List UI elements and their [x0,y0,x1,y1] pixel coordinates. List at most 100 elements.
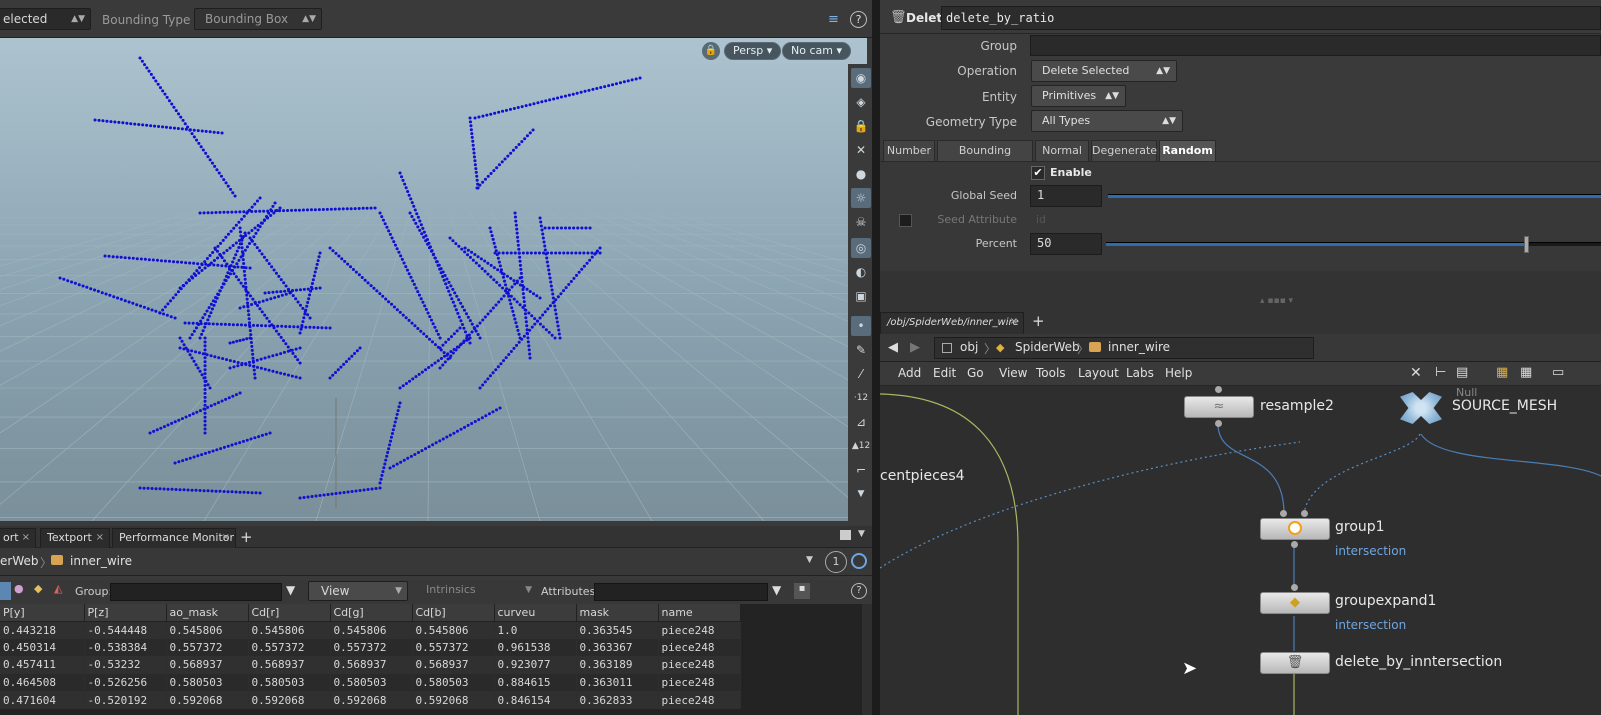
group-filter-input[interactable] [110,583,282,601]
path-crumb-current[interactable]: inner_wire [70,554,132,568]
xray-icon[interactable]: ✕ [851,140,871,160]
camera-display-icon[interactable]: ◎ [851,238,871,258]
list-view-icon[interactable]: ▤ [1456,365,1468,380]
view-dropdown[interactable]: View ▼ [308,581,408,601]
close-icon[interactable]: × [222,529,230,547]
table-row[interactable]: 0.443218 -0.544448 0.545806 0.545806 0.54580… [0,621,741,639]
close-icon[interactable]: × [22,529,30,547]
menu-add[interactable]: Add [898,366,921,380]
entity-dropdown[interactable]: Primitives ▲▼ [1031,85,1126,107]
add-tab-icon[interactable]: + [240,528,253,546]
column-header[interactable]: curveu [494,604,577,622]
shading-icon[interactable]: ● [851,164,871,184]
table-row[interactable]: 0.464508 -0.526256 0.580503 0.580503 0.58050… [0,673,741,692]
breadcrumb-spiderweb[interactable]: SpiderWeb [1015,340,1080,354]
back-arrow-icon[interactable]: ◀ [888,340,898,355]
ghost-display-icon[interactable]: ◉ [851,68,871,88]
table-row[interactable]: 0.471604 -0.520192 0.592068 0.592068 0.59206… [0,691,741,709]
input-connector[interactable] [1291,584,1298,591]
breadcrumb-inner-wire[interactable]: inner_wire [1108,340,1170,354]
selection-mode-dropdown[interactable]: elected ▲▼ [0,8,91,30]
global-seed-slider[interactable] [1108,194,1601,198]
input-connector[interactable] [1280,510,1287,517]
menu-view[interactable]: View [999,366,1027,380]
tab-geometry-spreadsheet[interactable]: ort × [0,528,36,548]
tab-network-path[interactable]: /obj/SpiderWeb/inner_wire × [880,312,1024,334]
column-header[interactable]: P[z] [84,604,167,622]
percent-slider[interactable] [1106,236,1601,253]
help-icon[interactable]: ? [850,11,867,28]
more-tools-icon[interactable]: ▼ [851,484,871,504]
attributes-filter-input[interactable] [594,583,768,601]
lock-camera-icon[interactable]: 🔒 [702,42,720,60]
column-header[interactable]: Cd[r] [248,604,331,622]
breadcrumb-obj[interactable]: obj [960,340,978,354]
geometry-spreadsheet-table[interactable]: P[y] P[z] ao_mask Cd[r] Cd[g] Cd[b] curveu mask… [0,604,862,715]
bounding-type-dropdown[interactable]: Bounding Box ▲▼ [194,8,322,30]
camera-menu[interactable]: No cam ▾ [782,42,851,60]
group-param-input[interactable] [1030,35,1601,56]
grid-icon[interactable]: ▦ [1520,365,1532,380]
pane-divider[interactable] [872,0,880,715]
column-header[interactable]: name [658,604,741,622]
table-scrollbar[interactable] [862,604,872,715]
path-crumb-parent[interactable]: erWeb [0,554,38,568]
template-display-icon[interactable]: ◈ [851,92,871,112]
close-icon[interactable]: × [1010,313,1018,331]
menu-go[interactable]: Go [967,366,984,380]
input-connector[interactable] [1215,386,1222,393]
help-icon[interactable]: ? [851,583,867,599]
menu-help[interactable]: Help [1165,366,1192,380]
filter-icon[interactable]: ▼ [286,583,295,597]
output-connector[interactable] [1215,420,1222,427]
percent-input[interactable]: 50 [1030,233,1102,255]
column-header[interactable]: P[y] [0,604,85,622]
viewport-canvas[interactable] [0,38,867,521]
point-display-icon[interactable]: • [851,316,871,336]
tab-degenerate[interactable]: Degenerate [1091,140,1157,162]
primitives-mode-icon[interactable]: ◆ [34,582,42,595]
column-header[interactable]: Cd[g] [330,604,413,622]
link-icon[interactable] [851,553,867,569]
snapshot-icon[interactable]: ▣ [851,286,871,306]
network-editor[interactable]: centpieces4 ≈ resample2 Null SOURCE_MESH… [880,386,1601,715]
node-groupexpand1[interactable]: ◆ [1260,592,1330,614]
tree-view-icon[interactable]: ⊢ [1435,365,1446,380]
tab-number[interactable]: Number [883,140,935,162]
attr-filter-icon[interactable]: ▼ [772,583,781,597]
pane-splitter-grip-icon[interactable]: ▴ ▪▪▪ ▾ [1260,296,1293,306]
normal-icon[interactable]: ⊿ [851,412,871,432]
global-seed-input[interactable]: 1 [1030,185,1102,207]
uv-icon[interactable]: ⌐ [851,460,871,480]
column-header[interactable]: ao_mask [166,604,249,622]
table-row[interactable]: 0.457411 -0.53232 0.568937 0.568937 0.568937… [0,656,741,674]
node-group1[interactable] [1260,518,1330,540]
forward-arrow-icon[interactable]: ▶ [910,340,920,355]
display-options-icon[interactable]: ≡ [828,12,839,27]
tab-random[interactable]: Random [1159,140,1216,162]
wrench-icon[interactable]: ✕ [1410,365,1422,381]
point-numbers-icon[interactable]: ·12 [851,388,871,408]
node-delete-by-inntersection[interactable]: 🗑 [1260,652,1330,674]
color-palette-icon[interactable]: ▦ [1496,365,1508,380]
percent-slider-handle[interactable] [1523,236,1529,253]
node-resample2[interactable]: ≈ [1184,396,1254,418]
visualize-icon[interactable]: ◐ [851,262,871,282]
tab-performance-monitor[interactable]: Performance Monitor × [112,528,236,548]
pen-icon[interactable]: ✎ [851,340,871,360]
tab-textport[interactable]: Textport × [40,528,110,548]
tab-bounding-volume[interactable]: Bounding Volume [937,140,1033,177]
light-icon[interactable]: ☼ [851,188,871,208]
menu-layout[interactable]: Layout [1078,366,1119,380]
vertices-mode-icon[interactable]: ● [14,582,24,595]
operation-dropdown[interactable]: Delete Selected ▲▼ [1031,60,1177,82]
brush-icon[interactable]: ⁄ [851,364,871,384]
prim-numbers-icon[interactable]: ▲12 [851,436,871,456]
input-connector[interactable] [1301,510,1308,517]
pane-maximize-icon[interactable] [840,530,851,540]
geometry-type-dropdown[interactable]: All Types ▲▼ [1031,110,1183,132]
network-options-icon[interactable]: ▭ [1552,365,1564,380]
column-header[interactable]: mask [576,604,659,622]
node-name-field[interactable]: delete_by_ratio [941,6,1601,30]
menu-edit[interactable]: Edit [933,366,956,380]
